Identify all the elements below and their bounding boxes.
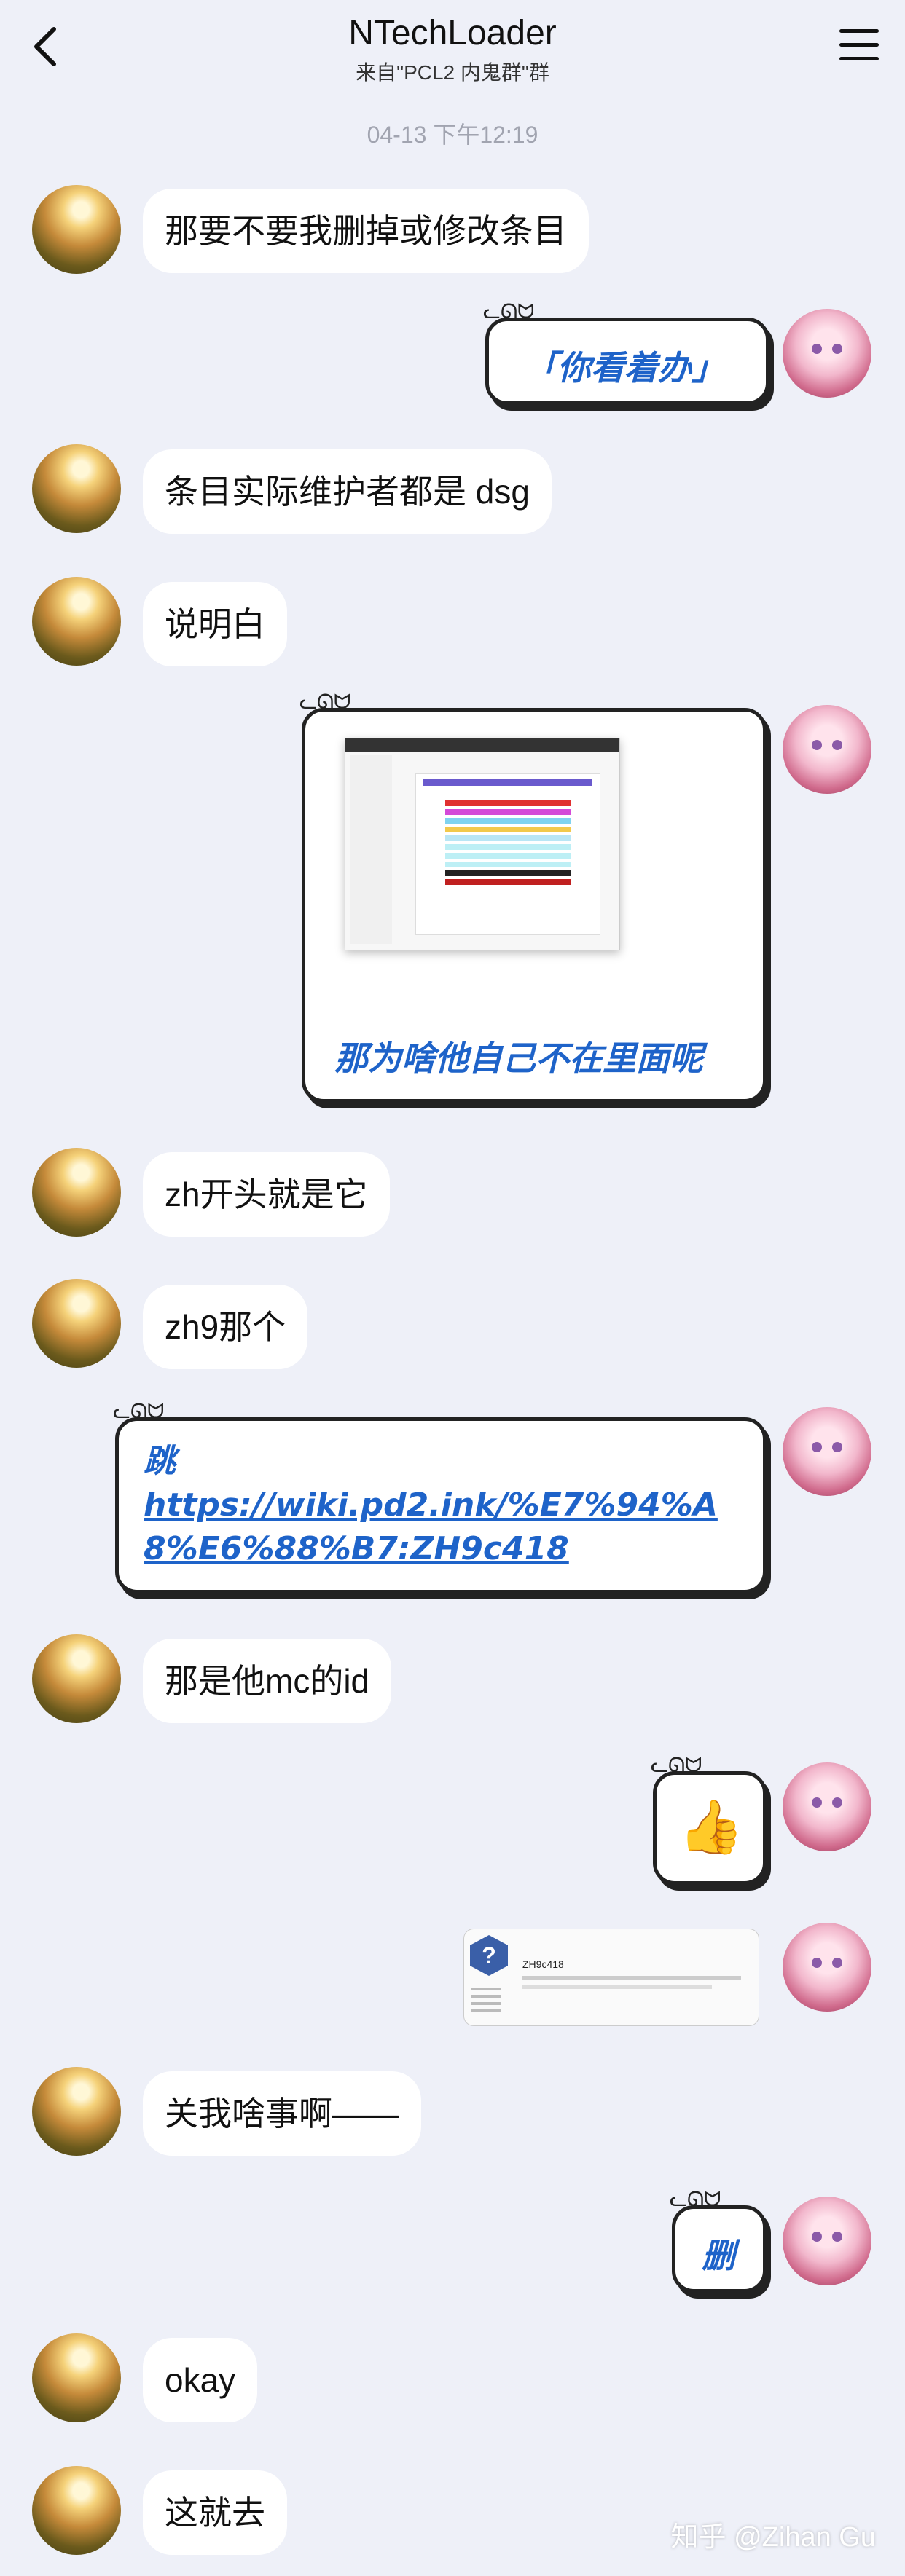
watermark-text: 知乎 @Zihan Gu [670, 2522, 876, 2553]
cat-ears-icon: ᓚᘏᗢ [483, 300, 535, 323]
chat-header: NTechLoader 来自"PCL2 内鬼群"群 [0, 0, 905, 95]
hamburger-menu-icon[interactable] [839, 29, 879, 63]
message-prefix: 跳 [144, 1443, 176, 1480]
wiki-page-title: ZH9c418 [522, 1958, 564, 1970]
question-icon: ? [470, 1935, 508, 1976]
avatar[interactable] [32, 1148, 121, 1237]
message-bubble[interactable]: ᓚᘏᗢ 那为啥他自己不在里面呢 [299, 690, 767, 1103]
avatar[interactable] [32, 1634, 121, 1723]
message-bubble[interactable]: 关我啥事啊—— [143, 2071, 421, 2156]
avatar[interactable] [783, 1407, 871, 1496]
avatar[interactable] [783, 1923, 871, 2012]
message-bubble[interactable]: 条目实际维护者都是 dsg [143, 449, 552, 534]
avatar[interactable] [32, 185, 121, 274]
wiki-link[interactable]: https://wiki.pd2.ink/%E7%94%A8%E6%88%B7:… [144, 1486, 718, 1567]
message-bubble[interactable]: 那要不要我删掉或修改条目 [143, 189, 589, 273]
cat-ears-icon: ᓚᘏᗢ [113, 1400, 165, 1422]
wiki-screenshot-image[interactable]: ? ZH9c418 [463, 1929, 759, 2026]
chat-subtitle: 来自"PCL2 内鬼群"群 [356, 61, 549, 84]
message-bubble[interactable]: ᓚᘏᗢ 删 [670, 2188, 767, 2293]
message-bubble[interactable]: zh开头就是它 [143, 1152, 390, 1237]
avatar[interactable] [783, 1762, 871, 1851]
message-text: 删 [702, 2236, 735, 2275]
message-text: 「你看着办」 [524, 348, 725, 387]
avatar[interactable] [32, 1279, 121, 1368]
message-bubble[interactable]: 说明白 [143, 582, 287, 666]
message-bubble[interactable]: ᓚᘏᗢ 「你看着办」 [483, 300, 769, 405]
message-text: 跳 https://wiki.pd2.ink/%E7%94%A8%E6%88%B… [144, 1440, 741, 1571]
cat-ears-icon: ᓚᘏᗢ [651, 1754, 702, 1776]
avatar[interactable] [32, 2067, 121, 2156]
message-timestamp: 04-13 下午12:19 [367, 122, 538, 148]
avatar[interactable] [783, 2197, 871, 2285]
avatar[interactable] [783, 309, 871, 398]
screenshot-image[interactable] [345, 738, 620, 950]
avatar[interactable] [32, 577, 121, 666]
chat-title[interactable]: NTechLoader [0, 13, 905, 53]
message-bubble[interactable]: ᓚᘏᗢ 👍 [651, 1754, 767, 1885]
thumbs-up-icon: 👍 [678, 1798, 744, 1856]
cat-ears-icon: ᓚᘏᗢ [670, 2188, 721, 2210]
message-text: 那为啥他自己不在里面呢 [334, 1039, 703, 1078]
cat-ears-icon: ᓚᘏᗢ [299, 690, 351, 713]
message-bubble[interactable]: okay [143, 2338, 258, 2422]
avatar[interactable] [32, 2333, 121, 2422]
message-bubble[interactable]: 这就去 [143, 2470, 287, 2555]
avatar[interactable] [32, 2466, 121, 2555]
message-bubble[interactable]: ᓚᘏᗢ 跳 https://wiki.pd2.ink/%E7%94%A8%E6%… [113, 1400, 767, 1594]
avatar[interactable] [783, 705, 871, 794]
message-bubble[interactable]: zh9那个 [143, 1285, 308, 1369]
avatar[interactable] [32, 444, 121, 533]
message-bubble[interactable]: 那是他mc的id [143, 1639, 392, 1723]
